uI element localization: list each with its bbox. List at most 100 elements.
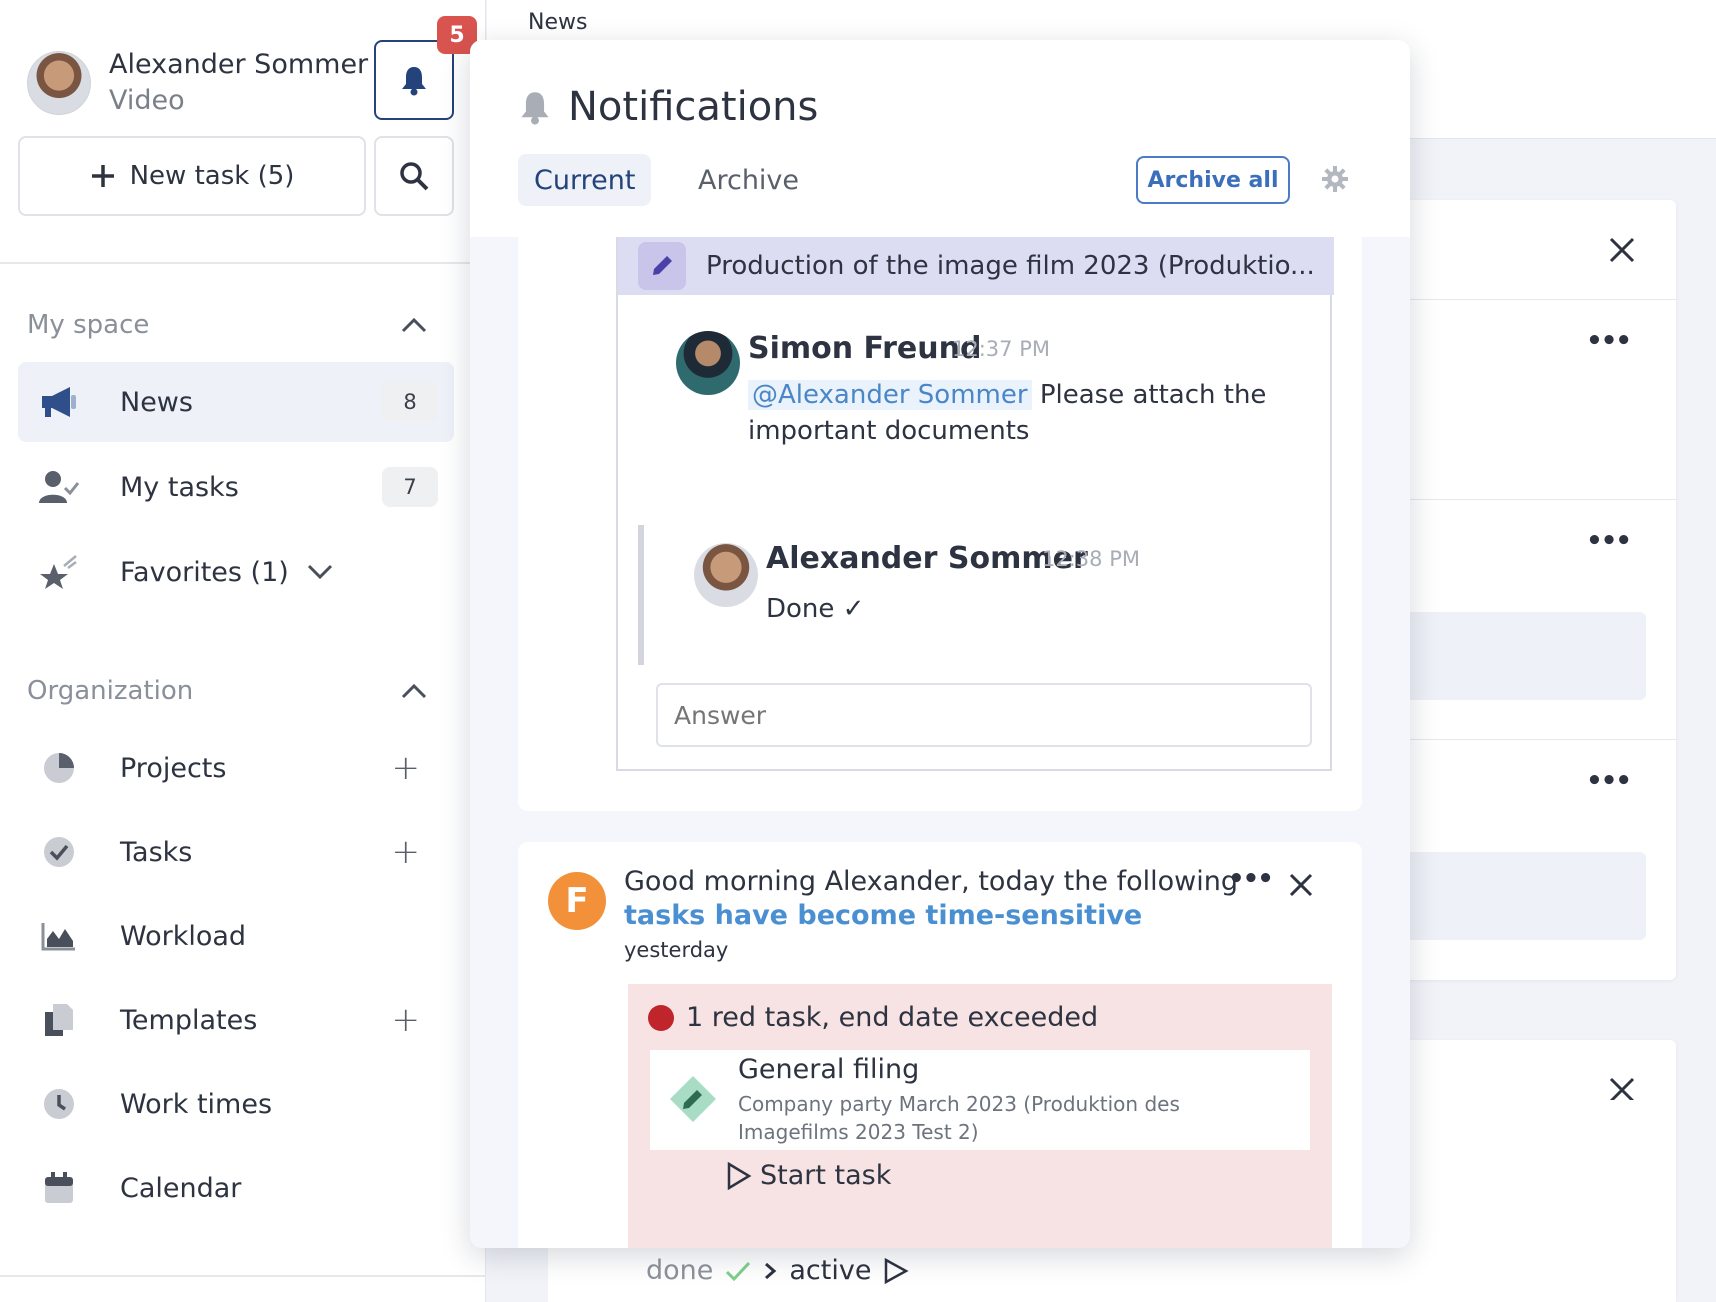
sidebar-item-label: Calendar xyxy=(120,1172,242,1204)
play-icon xyxy=(885,1257,910,1284)
sidebar-item-work-times[interactable]: Work times xyxy=(18,1064,454,1144)
bell-icon xyxy=(402,67,426,96)
section-title: My space xyxy=(27,310,150,340)
status-flow: done active xyxy=(646,1255,910,1286)
search-button[interactable] xyxy=(374,136,454,216)
section-organization[interactable]: Organization xyxy=(27,676,427,706)
gear-icon[interactable] xyxy=(1322,166,1348,192)
red-status-dot xyxy=(648,1004,674,1031)
sidebar-item-label: Workload xyxy=(120,920,247,952)
divider xyxy=(0,1275,486,1277)
pencil-icon xyxy=(638,242,686,290)
section-title: Organization xyxy=(27,676,194,706)
sidebar-item-label: Templates xyxy=(120,1004,258,1036)
message-text: @Alexander Sommer Please attach the impo… xyxy=(748,377,1266,449)
answer-input[interactable] xyxy=(656,683,1312,747)
avatar xyxy=(694,543,758,607)
background-row xyxy=(1386,200,1676,300)
pie-chart-icon xyxy=(38,747,80,789)
task-project: Company party March 2023 (Produktion des… xyxy=(738,1092,1180,1144)
panel-title-text: Notifications xyxy=(568,84,819,130)
sidebar-item-templates[interactable]: Templates + xyxy=(18,980,454,1060)
close-icon[interactable] xyxy=(1288,872,1314,898)
start-task-button[interactable]: Start task xyxy=(726,1160,891,1191)
sidebar-item-tasks[interactable]: Tasks + xyxy=(18,812,454,892)
chevron-up-icon[interactable] xyxy=(401,317,427,333)
tab-archive[interactable]: Archive xyxy=(682,154,815,206)
notification-card: F Good morning Alexander, today the foll… xyxy=(518,842,1362,1248)
chevron-down-icon[interactable] xyxy=(307,564,333,580)
star-icon xyxy=(38,551,80,593)
background-field xyxy=(1386,852,1646,940)
search-icon xyxy=(400,162,429,191)
add-project-button[interactable]: + xyxy=(392,748,421,788)
sidebar-item-my-tasks[interactable]: My tasks 7 xyxy=(18,447,454,527)
new-task-button[interactable]: New task (5) xyxy=(18,136,366,216)
avatar[interactable] xyxy=(27,51,91,115)
user-check-icon xyxy=(38,466,80,508)
panel-title: Notifications xyxy=(518,84,818,130)
task-pencil-icon xyxy=(670,1076,716,1122)
background-card: ••• ••• ••• xyxy=(1386,200,1676,980)
more-icon[interactable]: ••• xyxy=(1228,864,1274,894)
area-chart-icon xyxy=(38,915,80,957)
sidebar-item-news[interactable]: News 8 xyxy=(18,362,454,442)
sidebar-item-calendar[interactable]: Calendar xyxy=(18,1148,454,1228)
play-icon xyxy=(727,1161,752,1190)
digest-text: Good morning Alexander, today the follow… xyxy=(624,866,1238,897)
user-name: Alexander Sommer xyxy=(109,49,369,80)
message-text: Done ✓ xyxy=(766,594,865,624)
megaphone-icon xyxy=(38,381,80,423)
message-author: Alexander Sommer xyxy=(766,541,1088,576)
user-role: Video xyxy=(109,85,185,116)
sidebar-item-projects[interactable]: Projects + xyxy=(18,728,454,808)
more-icon[interactable]: ••• xyxy=(1586,766,1632,796)
background-row xyxy=(1386,500,1676,740)
start-task-label: Start task xyxy=(760,1160,892,1191)
sidebar-item-label: News xyxy=(120,386,193,418)
check-icon xyxy=(726,1261,751,1281)
digest-link[interactable]: tasks have become time-sensitive xyxy=(624,900,1142,931)
sidebar-item-label: My tasks xyxy=(120,471,239,503)
sidebar-item-favorites[interactable]: Favorites (1) xyxy=(18,532,454,612)
avatar xyxy=(676,331,740,395)
count-badge: 8 xyxy=(382,382,438,422)
count-badge: 7 xyxy=(382,467,438,507)
archive-all-button[interactable]: Archive all xyxy=(1136,156,1290,204)
tab-current[interactable]: Current xyxy=(518,154,652,206)
sidebar-item-label: Tasks xyxy=(120,836,193,868)
sidebar-item-label: Projects xyxy=(120,752,227,784)
status-done: done xyxy=(646,1255,714,1286)
message-text-line: Please attach the xyxy=(1039,380,1267,410)
thread-subject: Production of the image film 2023 (Produ… xyxy=(706,251,1315,281)
add-template-button[interactable]: + xyxy=(392,1000,421,1040)
status-active: active xyxy=(789,1255,872,1286)
section-my-space[interactable]: My space xyxy=(27,310,427,340)
clock-icon xyxy=(38,1083,80,1125)
notifications-panel: Production of the image film 2023 (Produ… xyxy=(470,40,1410,1248)
app-logo: F xyxy=(548,872,606,930)
sidebar-item-workload[interactable]: Workload xyxy=(18,896,454,976)
thread-header[interactable]: Production of the image film 2023 (Produ… xyxy=(618,237,1334,295)
chevron-right-icon xyxy=(765,1262,777,1279)
breadcrumb[interactable]: News xyxy=(528,10,587,35)
task-item[interactable]: General filing Company party March 2023 … xyxy=(650,1050,1310,1150)
divider xyxy=(0,262,486,264)
sidebar: Alexander Sommer Video 5 New task (5) My… xyxy=(0,0,486,1302)
message-time: 12:37 PM xyxy=(952,337,1050,361)
comment-thread: Production of the image film 2023 (Produ… xyxy=(616,237,1334,771)
chevron-up-icon[interactable] xyxy=(401,683,427,699)
add-task-button[interactable]: + xyxy=(392,832,421,872)
overdue-heading-text: 1 red task, end date exceeded xyxy=(686,1002,1099,1033)
user-profile[interactable]: Alexander Sommer Video xyxy=(27,47,368,119)
bell-icon xyxy=(521,92,549,125)
new-task-label: New task (5) xyxy=(129,161,295,191)
sidebar-item-label: Favorites (1) xyxy=(120,556,289,588)
mention-link[interactable]: @Alexander Sommer xyxy=(748,380,1032,410)
copy-icon xyxy=(38,999,80,1041)
sidebar-item-label: Work times xyxy=(120,1088,273,1120)
notification-card: Production of the image film 2023 (Produ… xyxy=(518,237,1362,811)
reply-indicator xyxy=(638,525,644,665)
message-time: 12:38 PM xyxy=(1042,547,1140,571)
calendar-icon xyxy=(38,1167,80,1209)
